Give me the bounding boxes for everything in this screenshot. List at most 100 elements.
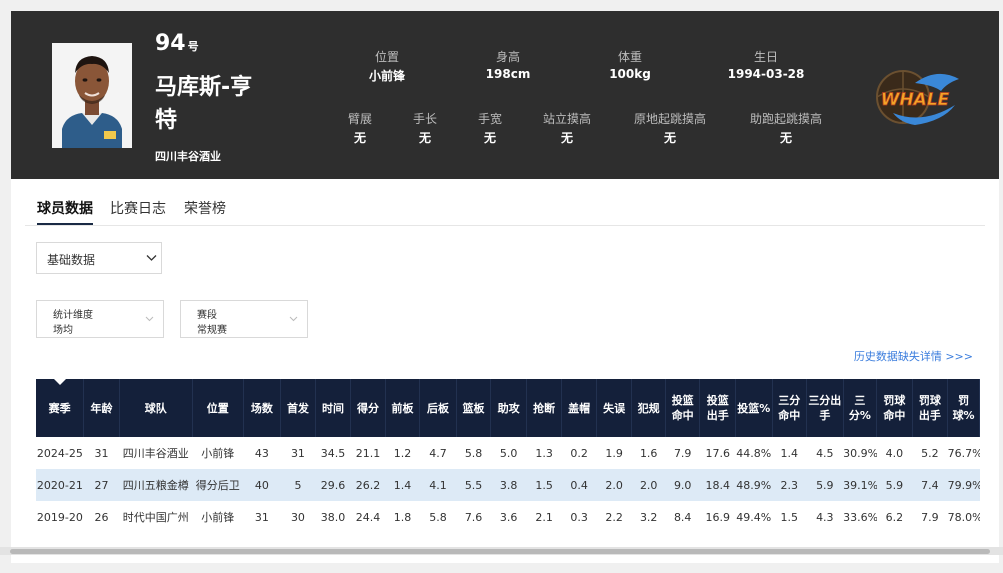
stat-value-weight: 100kg xyxy=(609,67,651,81)
table-cell: 43 xyxy=(254,446,269,460)
stage-select-value: 常规赛 xyxy=(197,325,227,336)
table-cell: 48.9% xyxy=(735,469,773,501)
chevron-down-icon xyxy=(145,316,154,322)
table-cell: 5.2 xyxy=(921,446,939,460)
table-cell: 26.2 xyxy=(350,469,386,501)
column-header: 时间 xyxy=(315,379,352,437)
table-cell: 31 xyxy=(290,446,305,460)
table-cell: 四川五粮金樽 xyxy=(119,469,193,501)
column-header: 罚球% xyxy=(947,379,980,437)
column-header: 后板 xyxy=(419,379,457,437)
table-cell: 5 xyxy=(280,469,316,501)
column-header: 助攻 xyxy=(490,379,527,437)
stat-label-standing-reach: 站立摸高 xyxy=(542,112,592,126)
column-header: 罚球命中 xyxy=(876,379,913,437)
column-header: 三分命中 xyxy=(772,379,808,437)
table-cell: 5.9 xyxy=(806,469,844,501)
tab-honors[interactable]: 荣誉榜 xyxy=(184,198,226,218)
data-type-select-value: 基础数据 xyxy=(47,253,96,267)
table-cell: 4.7 xyxy=(429,446,447,460)
player-name: 马库斯-亨特 xyxy=(155,75,253,133)
table-cell: 1.2 xyxy=(393,446,412,460)
stage-select[interactable]: 赛段 常规赛 xyxy=(180,300,308,338)
table-cell: 1.4 xyxy=(385,469,420,501)
stat-value-height: 198cm xyxy=(485,67,531,81)
dimension-select-value: 场均 xyxy=(53,325,73,336)
stat-value-running-jump-reach: 无 xyxy=(779,131,793,145)
table-cell: 1.3 xyxy=(535,446,553,460)
table-cell: 2.2 xyxy=(605,510,623,524)
table-cell: 4.1 xyxy=(419,469,457,501)
table-cell: 5.8 xyxy=(464,446,483,460)
table-cell: 四川丰谷酒业 xyxy=(122,447,189,460)
table-cell: 2024-25 xyxy=(36,446,83,460)
table-cell: 38.0 xyxy=(320,510,346,524)
player-number-suffix: 号 xyxy=(187,40,199,53)
column-header: 罚球出手 xyxy=(912,379,949,437)
column-header: 三分出手 xyxy=(806,379,844,437)
table-cell: 2019-20 xyxy=(36,510,83,524)
table-cell: 27 xyxy=(83,469,120,501)
table-cell: 7.9 xyxy=(673,446,692,460)
table-cell: 16.9 xyxy=(705,510,730,524)
player-team: 四川丰谷酒业 xyxy=(155,150,221,163)
scrollbar-thumb[interactable] xyxy=(10,549,990,554)
table-cell: 时代中国广州 xyxy=(122,511,189,524)
player-number: 94 xyxy=(155,31,186,56)
stage-select-label: 赛段 xyxy=(197,310,217,321)
table-cell: 76.7% xyxy=(947,446,980,460)
stat-label-hand-width: 手宽 xyxy=(477,112,503,126)
table-cell: 2.3 xyxy=(772,469,807,501)
table-cell: 3.6 xyxy=(499,510,518,524)
table-cell: 49.4% xyxy=(736,510,772,524)
chevron-down-icon xyxy=(146,255,157,261)
table-cell: 小前锋 xyxy=(201,447,235,460)
stat-value-standing-jump-reach: 无 xyxy=(663,131,677,145)
table-cell: 40 xyxy=(243,469,281,501)
table-cell: 44.8% xyxy=(736,446,772,460)
table-cell: 4.3 xyxy=(816,510,834,524)
table-cell: 5.8 xyxy=(429,510,447,524)
column-header: 篮板 xyxy=(456,379,492,437)
table-header-row: 赛季 年龄 球队 位置 场数 首发 时间 得分 前板 后板 篮板 助攻 抢断 盖帽 失误 犯规 投篮命中 投篮出手… xyxy=(36,379,980,437)
table-cell: 1.5 xyxy=(526,469,562,501)
column-header: 投篮% xyxy=(735,379,773,437)
table-cell: 17.6 xyxy=(705,446,730,460)
tab-game-log[interactable]: 比赛日志 xyxy=(110,198,166,218)
stat-label-standing-jump-reach: 原地起跳摸高 xyxy=(633,112,707,126)
table-cell: 0.4 xyxy=(561,469,597,501)
table-cell: 4.0 xyxy=(885,446,904,460)
table-cell: 7.9 xyxy=(921,510,939,524)
table-cell: 2020-21 xyxy=(36,469,84,501)
table-cell: 0.2 xyxy=(570,446,588,460)
table-cell: 5.5 xyxy=(456,469,491,501)
table-cell: 30 xyxy=(290,510,305,524)
tab-player-data[interactable]: 球员数据 xyxy=(37,198,93,218)
column-header: 球队 xyxy=(119,379,193,437)
dimension-select[interactable]: 统计维度 场均 xyxy=(36,300,164,338)
chevron-down-icon xyxy=(289,316,298,322)
player-number-block: 94 号 xyxy=(155,31,199,56)
column-header: 年龄 xyxy=(83,379,120,437)
table-cell: 6.2 xyxy=(885,510,904,524)
stat-label-position: 位置 xyxy=(374,50,400,64)
table-body: 2024-25 31 四川丰谷酒业 小前锋 43 31 34.5 21.1 1.2 4.7 5.8 5… xyxy=(36,437,980,533)
data-type-select[interactable]: 基础数据 xyxy=(36,242,162,274)
table-cell: 1.4 xyxy=(780,446,799,460)
table-cell: 8.4 xyxy=(673,510,692,524)
column-header: 投篮出手 xyxy=(699,379,736,437)
column-header: 赛季 xyxy=(36,379,85,437)
column-header: 失误 xyxy=(596,379,633,437)
table-cell: 39.1% xyxy=(843,469,877,501)
stat-label-weight: 体重 xyxy=(617,50,643,64)
history-missing-link[interactable]: 历史数据缺失详情 >>> xyxy=(854,348,973,364)
table-cell: 30.9% xyxy=(843,446,877,460)
player-profile-card: 94 号 马库斯-亨特 四川丰谷酒业 位置 小前锋 身高 198cm 体重 100… xyxy=(11,11,999,563)
column-header: 位置 xyxy=(192,379,244,437)
column-header: 首发 xyxy=(280,379,316,437)
table-cell: 24.4 xyxy=(355,510,381,524)
table-cell: 4.5 xyxy=(816,446,834,460)
stat-value-birthday: 1994-03-28 xyxy=(727,67,805,81)
table-cell: 1.8 xyxy=(393,510,412,524)
active-tab-indicator xyxy=(37,223,93,225)
